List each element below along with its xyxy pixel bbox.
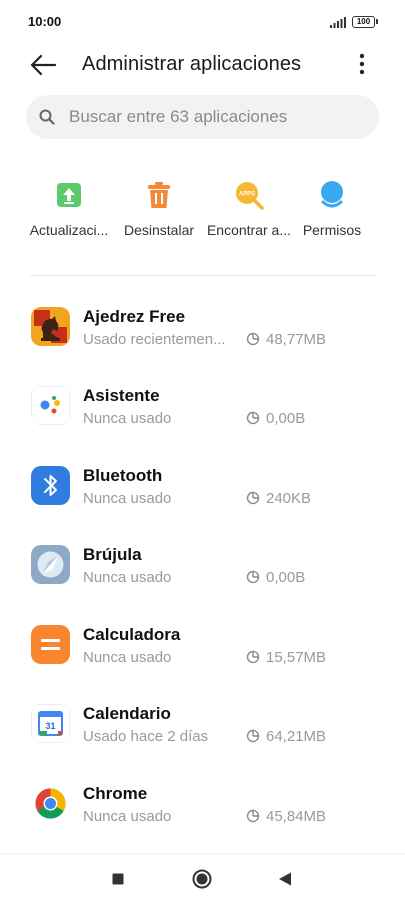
search-bar[interactable] (26, 95, 379, 139)
chrome-app-icon (31, 784, 70, 823)
recents-button-icon[interactable] (107, 868, 129, 890)
app-usage: Usado recientemen... (83, 331, 226, 348)
app-size: 0,00B (266, 569, 306, 586)
app-size: 0,00B (266, 410, 306, 427)
storage-icon (246, 411, 260, 425)
storage-icon (246, 332, 260, 346)
quick-action-label: Permisos (302, 222, 362, 238)
find-apps-icon: APPS (236, 182, 264, 210)
storage-icon (246, 809, 260, 823)
app-usage: Nunca usado (83, 410, 172, 427)
app-size: 48,77MB (266, 331, 327, 348)
app-usage: Nunca usado (83, 569, 172, 586)
quick-action-label: Encontrar a... (206, 222, 292, 238)
quick-action-label: Actualizaci... (29, 222, 109, 238)
find-apps-badge: APPS (239, 192, 255, 198)
trash-icon (148, 182, 170, 208)
app-size: 64,21MB (266, 728, 327, 745)
quick-action-find-apps[interactable]: APPS Encontrar a... (204, 180, 294, 238)
storage-icon (246, 729, 260, 743)
quick-action-permissions[interactable]: Permisos (287, 180, 377, 238)
app-size: 240KB (266, 490, 312, 507)
app-row-calculadora[interactable]: Calculadora Nunca usado 15,57MB (0, 615, 405, 695)
assistant-app-icon (31, 386, 70, 425)
app-size: 45,84MB (266, 808, 327, 825)
bluetooth-app-icon (31, 466, 70, 505)
app-row-bluetooth[interactable]: Bluetooth Nunca usado 240KB (0, 456, 405, 536)
app-usage: Nunca usado (83, 649, 172, 666)
quick-actions: Actualizaci... Desinstalar APPS Encontra… (26, 180, 381, 250)
status-time: 10:00 (28, 14, 62, 29)
app-row-ajedrez[interactable]: Ajedrez Free Usado recientemen... 48,77M… (0, 297, 405, 377)
app-name: Chrome (83, 784, 148, 803)
quick-action-label: Desinstalar (123, 222, 195, 238)
calendar-day: 31 (45, 721, 55, 731)
storage-icon (246, 650, 260, 664)
page-title: Administrar aplicaciones (82, 53, 302, 75)
search-input[interactable] (69, 95, 369, 139)
app-row-calendario[interactable]: 31 Calendario Usado hace 2 días 64,21MB (0, 694, 405, 774)
app-row-brujula[interactable]: Brújula Nunca usado 0,00B (0, 535, 405, 615)
app-name: Ajedrez Free (83, 307, 186, 326)
navigation-bar (0, 853, 405, 903)
chess-app-icon (31, 307, 70, 346)
home-button-icon[interactable] (191, 868, 213, 890)
quick-action-uninstall[interactable]: Desinstalar (114, 180, 204, 238)
back-arrow-icon[interactable] (27, 51, 59, 79)
app-usage: Nunca usado (83, 808, 172, 825)
divider (30, 275, 375, 276)
app-name: Calendario (83, 704, 171, 723)
calendar-app-icon: 31 (31, 704, 70, 743)
permissions-icon (321, 181, 343, 208)
quick-action-updates[interactable]: Actualizaci... (24, 180, 114, 238)
search-icon (39, 109, 55, 125)
update-icon (57, 183, 81, 207)
app-name: Asistente (83, 386, 160, 405)
app-usage: Nunca usado (83, 490, 172, 507)
app-row-chrome[interactable]: Chrome Nunca usado 45,84MB (0, 774, 405, 854)
app-name: Bluetooth (83, 466, 163, 485)
app-name: Calculadora (83, 625, 181, 644)
battery-icon: 100 (352, 16, 375, 28)
compass-app-icon (31, 545, 70, 584)
signal-icon (330, 17, 346, 28)
calculator-app-icon (31, 625, 70, 664)
app-usage: Usado hace 2 días (83, 728, 209, 745)
app-row-asistente[interactable]: Asistente Nunca usado 0,00B (0, 376, 405, 456)
back-button-icon[interactable] (274, 868, 296, 890)
app-bar: Administrar aplicaciones (0, 44, 405, 86)
app-size: 15,57MB (266, 649, 327, 666)
more-options-icon[interactable] (350, 50, 374, 80)
storage-icon (246, 570, 260, 584)
battery-tip (376, 19, 378, 24)
app-name: Brújula (83, 545, 142, 564)
storage-icon (246, 491, 260, 505)
status-bar: 10:00 100 (0, 0, 405, 44)
